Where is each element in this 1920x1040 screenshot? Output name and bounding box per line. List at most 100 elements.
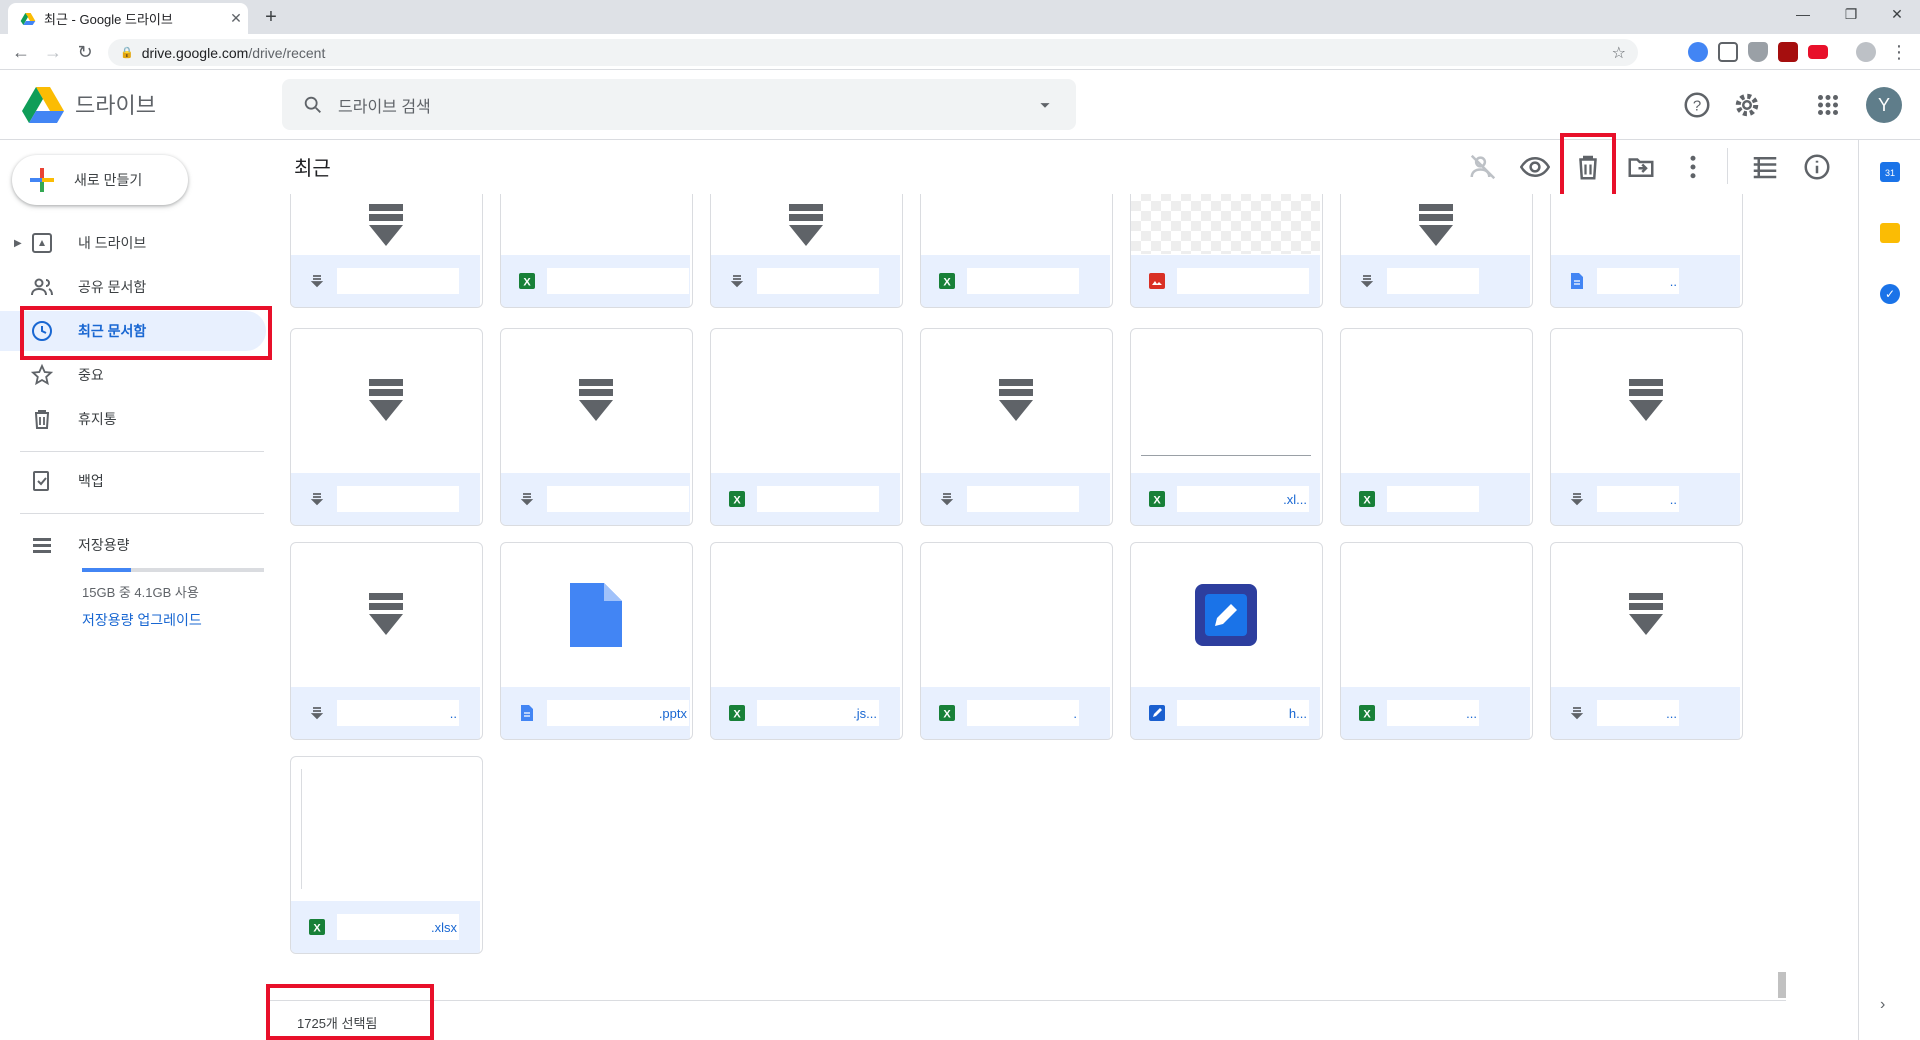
- file-card[interactable]: [1130, 194, 1323, 308]
- file-footer: X ...: [1341, 687, 1530, 739]
- scrollbar-thumb[interactable]: [1778, 972, 1786, 998]
- file-thumbnail: [921, 329, 1110, 472]
- maximize-button[interactable]: ❐: [1828, 0, 1874, 30]
- file-card[interactable]: X .js...: [710, 542, 903, 740]
- sidebar-item-my-drive[interactable]: ▶ 내 드라이브: [0, 223, 266, 263]
- download-arrow-icon: [788, 204, 823, 246]
- minimize-button[interactable]: —: [1780, 0, 1826, 30]
- file-card[interactable]: ..: [290, 542, 483, 740]
- file-card[interactable]: [290, 328, 483, 526]
- blank-preview-edge: [301, 769, 302, 889]
- star-icon: [30, 363, 54, 386]
- storage-upgrade-link[interactable]: 저장용량 업그레이드: [82, 610, 202, 630]
- file-card[interactable]: [920, 328, 1113, 526]
- settings-gear-icon[interactable]: [1732, 90, 1762, 120]
- file-card[interactable]: X: [500, 194, 693, 308]
- tasks-icon[interactable]: ✓: [1880, 284, 1900, 304]
- drive-logo-icon[interactable]: [22, 86, 64, 124]
- youtube-extension-icon[interactable]: [1808, 45, 1828, 59]
- sidebar-item-starred[interactable]: 중요: [0, 355, 266, 395]
- forward-icon[interactable]: →: [40, 40, 66, 64]
- more-vert-icon[interactable]: [1678, 152, 1708, 182]
- bookmark-star-icon[interactable]: ☆: [1612, 43, 1626, 63]
- file-card[interactable]: [710, 194, 903, 308]
- extension-icon[interactable]: [1688, 42, 1708, 62]
- qr-extension-icon[interactable]: [1718, 42, 1738, 62]
- file-card[interactable]: X: [920, 194, 1113, 308]
- help-icon[interactable]: ?: [1682, 90, 1712, 120]
- new-tab-button[interactable]: +: [258, 5, 284, 31]
- file-thumbnail: [291, 329, 480, 472]
- info-icon[interactable]: [1802, 152, 1832, 182]
- download-arrow-icon: [998, 378, 1033, 421]
- file-card[interactable]: X: [710, 328, 903, 526]
- sidebar-item-trash[interactable]: 휴지통: [0, 399, 266, 439]
- sheets-icon: X: [1149, 491, 1165, 507]
- file-name: .js...: [757, 700, 879, 726]
- file-footer: X .xl...: [1131, 473, 1320, 525]
- sheet-preview-line: [1141, 455, 1311, 456]
- file-thumbnail: [921, 543, 1110, 686]
- search-box[interactable]: 드라이브 검색: [282, 79, 1076, 130]
- reload-icon[interactable]: ↻: [72, 40, 98, 64]
- calendar-icon[interactable]: 31: [1880, 162, 1900, 182]
- sidebar-item-label: 저장용량: [78, 537, 130, 553]
- file-card[interactable]: X .: [920, 542, 1113, 740]
- expand-panel-icon[interactable]: ›: [1880, 996, 1885, 1014]
- file-card[interactable]: ..: [1550, 194, 1743, 308]
- file-card[interactable]: h...: [1130, 542, 1323, 740]
- generic-file-icon: [1570, 493, 1584, 506]
- file-card[interactable]: [290, 194, 483, 308]
- search-options-icon[interactable]: [1034, 94, 1056, 116]
- browser-tab[interactable]: 최근 - Google 드라이브 ✕: [8, 3, 248, 34]
- account-avatar[interactable]: Y: [1866, 87, 1902, 123]
- browser-tab-strip: [0, 0, 1920, 34]
- file-thumbnail: [1551, 194, 1740, 254]
- shield-extension-icon[interactable]: [1748, 42, 1768, 62]
- file-card[interactable]: [500, 328, 693, 526]
- sidebar-item-storage[interactable]: 저장용량: [0, 525, 266, 565]
- file-thumbnail: [501, 329, 690, 472]
- browser-tab-title: 최근 - Google 드라이브: [44, 12, 173, 27]
- file-card[interactable]: X .xlsx: [290, 756, 483, 954]
- file-card[interactable]: ...: [1550, 542, 1743, 740]
- close-tab-icon[interactable]: ✕: [224, 10, 248, 27]
- keep-icon[interactable]: [1880, 223, 1900, 243]
- file-card[interactable]: X ...: [1340, 542, 1533, 740]
- file-name: [547, 268, 689, 294]
- preview-eye-icon[interactable]: [1520, 152, 1550, 182]
- sidebar-item-shared[interactable]: 공유 문서함: [0, 267, 266, 307]
- address-bar[interactable]: 🔒 drive.google.com/drive/recent ☆: [108, 39, 1638, 66]
- generic-file-icon: [310, 707, 324, 720]
- file-card[interactable]: X .xl...: [1130, 328, 1323, 526]
- ublock-extension-icon[interactable]: [1778, 42, 1798, 62]
- sheets-icon: X: [729, 491, 745, 507]
- file-card[interactable]: X: [1340, 328, 1533, 526]
- close-window-button[interactable]: ✕: [1874, 0, 1920, 30]
- sidebar-item-backup[interactable]: 백업: [0, 461, 266, 501]
- search-input[interactable]: 드라이브 검색: [338, 93, 1034, 117]
- svg-text:?: ?: [1693, 98, 1701, 115]
- remove-share-icon[interactable]: [1468, 152, 1498, 182]
- profile-icon[interactable]: [1856, 42, 1876, 62]
- drive-brand[interactable]: 드라이브: [75, 88, 156, 120]
- browser-menu-icon[interactable]: ⋮: [1886, 40, 1912, 64]
- file-card[interactable]: .pptx: [500, 542, 693, 740]
- search-icon[interactable]: [302, 94, 324, 116]
- download-arrow-icon: [368, 378, 403, 421]
- move-to-folder-icon[interactable]: [1626, 152, 1656, 182]
- file-name: [1387, 268, 1479, 294]
- file-card[interactable]: ..: [1550, 328, 1743, 526]
- sidebar-item-label: 내 드라이브: [78, 235, 147, 251]
- svg-text:X: X: [1153, 495, 1161, 507]
- expand-arrow-icon[interactable]: ▶: [14, 238, 22, 249]
- file-footer: ..: [1551, 255, 1740, 307]
- file-thumbnail: [921, 194, 1110, 254]
- file-card[interactable]: [1340, 194, 1533, 308]
- file-thumbnail: [1131, 194, 1320, 254]
- back-icon[interactable]: ←: [8, 40, 34, 64]
- apps-grid-icon[interactable]: [1813, 90, 1843, 120]
- new-button[interactable]: 새로 만들기: [12, 155, 188, 205]
- generic-file-icon: [730, 275, 744, 288]
- list-view-icon[interactable]: [1750, 152, 1780, 182]
